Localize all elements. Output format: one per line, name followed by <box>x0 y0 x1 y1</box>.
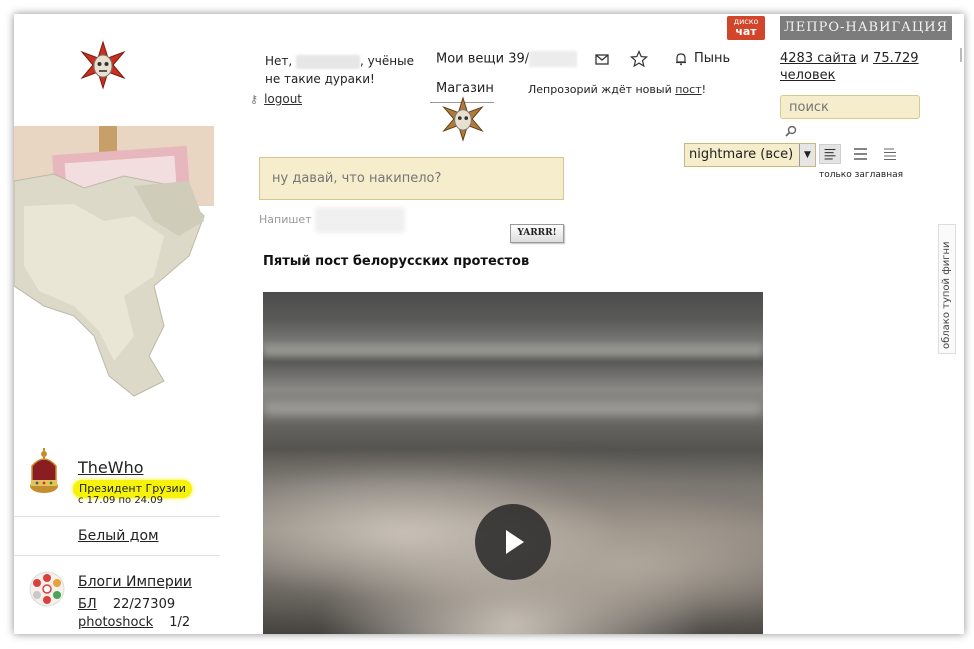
favorites-star-icon[interactable] <box>630 50 648 68</box>
crown-avatar-icon[interactable] <box>26 446 62 496</box>
video-frame-streak <box>263 402 763 416</box>
sidebar-collage-image <box>14 126 214 398</box>
view-compact-button[interactable] <box>850 144 872 164</box>
post-composer-input[interactable] <box>259 157 564 200</box>
submit-post-button[interactable]: YARRR! <box>510 224 564 243</box>
search-icon[interactable] <box>784 124 798 138</box>
post-title[interactable]: Пятый пост белорусских протестов <box>263 254 529 269</box>
blog-row: photoshock 1/2 <box>78 615 190 630</box>
view-full-button[interactable] <box>819 144 841 164</box>
shop-link[interactable]: Магазин <box>436 81 494 96</box>
sidebar-divider <box>14 555 220 556</box>
sites-count-link[interactable]: 4283 сайта <box>780 51 856 66</box>
logout-area: ⚷ logout <box>250 92 302 106</box>
blurred-author <box>315 207 406 233</box>
blog-row: БЛ 22/27309 <box>78 597 175 612</box>
my-items-label: Мои вещи 39/ <box>436 51 530 67</box>
leprosory-end: ! <box>701 83 707 96</box>
blog-name-link[interactable]: БЛ <box>78 597 97 612</box>
blogs-empire-link[interactable]: Блоги Империи <box>78 574 192 590</box>
blog-count: 1/2 <box>169 615 191 630</box>
leprosory-message: Лепрозорий ждёт новый пост! <box>528 83 706 96</box>
search-input[interactable] <box>780 95 920 119</box>
author-label-text: Напишет <box>259 213 312 226</box>
view-headlines-button[interactable] <box>880 144 902 164</box>
blog-count: 22/27309 <box>112 597 176 612</box>
disco-chat-line2: чат <box>735 25 757 38</box>
video-player[interactable] <box>263 292 763 634</box>
people-label-link[interactable]: человек <box>780 68 835 83</box>
feed-filter-value: nightmare (все) <box>689 147 794 162</box>
disco-chat-button[interactable]: диско чат <box>727 16 765 40</box>
tag-cloud-label: облако тупой фигни <box>941 241 952 349</box>
tag-cloud-tab[interactable]: облако тупой фигни <box>938 224 956 354</box>
scrollbar[interactable] <box>958 42 964 634</box>
blog-name-link[interactable]: photoshock <box>78 615 153 630</box>
page-frame: диско чат ЛЕПРО-НАВИГАЦИЯ Нет, , учёные … <box>14 14 964 634</box>
my-items-link[interactable]: Мои вещи 39/ <box>436 51 578 67</box>
new-post-link[interactable]: пост <box>675 83 701 96</box>
view-mode-caption: только заглавная <box>819 170 904 180</box>
notifications-link[interactable]: Пынь <box>674 51 730 66</box>
key-icon: ⚷ <box>250 92 259 106</box>
people-count-link[interactable]: 75.729 <box>873 51 919 66</box>
logout-link[interactable]: logout <box>264 92 302 106</box>
greeting-start: Нет, <box>265 54 293 68</box>
site-stats: 4283 сайта и 75.729 человек <box>780 50 955 84</box>
site-logo[interactable] <box>78 40 128 90</box>
title-term: с 17.09 по 24.09 <box>78 495 163 506</box>
blurred-count <box>529 51 578 67</box>
blogs-empire-icon[interactable] <box>28 570 66 608</box>
stats-and: и <box>856 51 874 66</box>
lepro-navigation-button[interactable]: ЛЕПРО-НАВИГАЦИЯ <box>780 16 952 40</box>
video-frame-streak <box>263 346 763 356</box>
username-link[interactable]: TheWho <box>78 458 144 477</box>
dropdown-arrow-icon: ▼ <box>799 144 815 166</box>
leprosory-logo[interactable] <box>440 96 486 142</box>
leprosory-text: Лепрозорий ждёт новый <box>528 83 676 96</box>
mail-icon[interactable] <box>594 51 610 67</box>
author-label: Напишет <box>259 207 406 233</box>
greeting-text: Нет, , учёные не такие дураки! <box>265 52 415 88</box>
sidebar-divider <box>14 516 220 517</box>
white-house-link[interactable]: Белый дом <box>78 528 159 544</box>
feed-filter-select[interactable]: nightmare (все) ▼ <box>684 143 816 167</box>
bell-icon <box>676 52 686 65</box>
play-button-icon[interactable] <box>475 504 551 580</box>
blurred-username <box>296 54 361 69</box>
notifications-label: Пынь <box>694 51 731 66</box>
